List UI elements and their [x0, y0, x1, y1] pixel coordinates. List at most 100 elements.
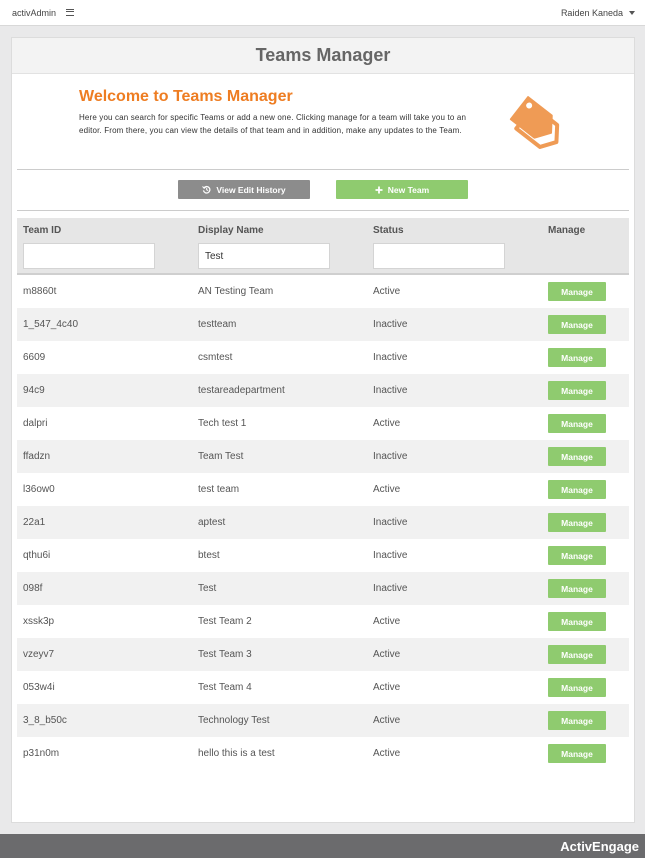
welcome-section: Welcome to Teams Manager Here you can se…	[79, 88, 479, 137]
team-id-cell: 3_8_b50c	[23, 715, 67, 726]
display-name-cell: btest	[198, 550, 220, 561]
price-tag-icon	[509, 96, 560, 149]
display-name-cell: Test Team 3	[198, 649, 252, 660]
table-row: dalpri Tech test 1 Active Manage	[17, 407, 629, 440]
welcome-heading: Welcome to Teams Manager	[79, 88, 293, 105]
manage-button[interactable]: Manage	[548, 678, 606, 697]
status-cell: Active	[373, 748, 401, 759]
team-id-cell: 098f	[23, 583, 43, 594]
column-header-manage: Manage	[548, 225, 586, 236]
team-id-cell: 94c9	[23, 385, 45, 396]
app-name[interactable]: activAdmin	[12, 8, 56, 18]
team-id-cell: 053w4i	[23, 682, 55, 693]
table-row: vzeyv7 Test Team 3 Active Manage	[17, 638, 629, 671]
user-name[interactable]: Raiden Kaneda	[561, 8, 623, 18]
manage-button[interactable]: Manage	[548, 612, 606, 631]
display-name-cell: hello this is a test	[198, 748, 275, 759]
display-name-cell: test team	[198, 484, 240, 495]
status-cell: Active	[373, 715, 401, 726]
display-name-filter-input[interactable]: Test	[198, 243, 330, 269]
team-id-cell: ffadzn	[23, 451, 51, 462]
manage-button[interactable]: Manage	[548, 414, 606, 433]
manage-button[interactable]: Manage	[548, 348, 606, 367]
column-header-display-name[interactable]: Display Name	[198, 225, 264, 236]
top-bar: activAdmin Raiden Kaneda	[0, 0, 645, 26]
status-cell: Active	[373, 649, 401, 660]
table-row: 098f Test Inactive Manage	[17, 572, 629, 605]
column-header-status[interactable]: Status	[373, 225, 404, 236]
team-id-cell: 22a1	[23, 517, 46, 528]
status-cell: Inactive	[373, 550, 408, 561]
status-cell: Active	[373, 682, 401, 693]
page-title: Teams Manager	[12, 38, 634, 74]
teams-table: Team ID Display Name Status Manage Test …	[17, 218, 629, 770]
team-id-cell: 1_547_4c40	[23, 319, 79, 330]
teams-manager-panel: Teams Manager Welcome to Teams Manager H…	[11, 37, 635, 823]
status-cell: Inactive	[373, 583, 408, 594]
status-cell: Inactive	[373, 385, 408, 396]
history-icon	[202, 185, 211, 194]
manage-button[interactable]: Manage	[548, 315, 606, 334]
table-row: m8860t AN Testing Team Active Manage	[17, 275, 629, 308]
status-cell: Inactive	[373, 517, 408, 528]
welcome-text: Here you can search for specific Teams o…	[79, 113, 467, 135]
top-bar-left: activAdmin	[12, 8, 75, 18]
status-cell: Active	[373, 286, 401, 297]
table-row: p31n0m hello this is a test Active Manage	[17, 737, 629, 770]
user-menu[interactable]: Raiden Kaneda	[561, 8, 635, 18]
new-team-label: New Team	[387, 184, 430, 195]
table-header: Team ID Display Name Status Manage Test	[17, 218, 629, 275]
manage-button[interactable]: Manage	[548, 381, 606, 400]
status-cell: Inactive	[373, 451, 408, 462]
team-id-cell: m8860t	[23, 286, 57, 297]
table-row: xssk3p Test Team 2 Active Manage	[17, 605, 629, 638]
team-id-cell: dalpri	[23, 418, 48, 429]
display-name-cell: testteam	[198, 319, 237, 330]
table-row: 053w4i Test Team 4 Active Manage	[17, 671, 629, 704]
team-id-cell: l36ow0	[23, 484, 55, 495]
display-name-cell: AN Testing Team	[198, 286, 274, 297]
team-id-cell: vzeyv7	[23, 649, 55, 660]
team-id-cell: xssk3p	[23, 616, 55, 627]
table-row: 1_547_4c40 testteam Inactive Manage	[17, 308, 629, 341]
team-id-filter-input[interactable]	[23, 243, 155, 269]
manage-button[interactable]: Manage	[548, 579, 606, 598]
display-name-cell: Test Team 2	[198, 616, 252, 627]
manage-button[interactable]: Manage	[548, 744, 606, 763]
chevron-down-icon[interactable]	[629, 10, 635, 15]
status-filter-input[interactable]	[373, 243, 505, 269]
status-cell: Inactive	[373, 352, 408, 363]
manage-button[interactable]: Manage	[548, 711, 606, 730]
display-name-cell: csmtest	[198, 352, 233, 363]
footer-brand: ActivEngage	[560, 838, 639, 854]
menu-icon[interactable]	[66, 9, 75, 16]
display-name-cell: Tech test 1	[198, 418, 247, 429]
manage-button[interactable]: Manage	[548, 513, 606, 532]
table-row: 6609 csmtest Inactive Manage	[17, 341, 629, 374]
divider	[17, 210, 629, 211]
plus-icon	[375, 186, 383, 193]
display-name-cell: Test	[198, 583, 217, 594]
status-cell: Active	[373, 418, 401, 429]
table-row: l36ow0 test team Active Manage	[17, 473, 629, 506]
column-header-team-id[interactable]: Team ID	[23, 225, 61, 236]
view-edit-history-label: View Edit History	[216, 184, 286, 195]
table-row: qthu6i btest Inactive Manage	[17, 539, 629, 572]
status-cell: Active	[373, 616, 401, 627]
status-cell: Active	[373, 484, 401, 495]
manage-button[interactable]: Manage	[548, 546, 606, 565]
manage-button[interactable]: Manage	[548, 447, 606, 466]
table-row: 3_8_b50c Technology Test Active Manage	[17, 704, 629, 737]
table-body: m8860t AN Testing Team Active Manage 1_547_4…	[17, 275, 629, 770]
display-name-cell: Team Test	[198, 451, 244, 462]
manage-button[interactable]: Manage	[548, 645, 606, 664]
table-row: 22a1 aptest Inactive Manage	[17, 506, 629, 539]
display-name-cell: Technology Test	[198, 715, 270, 726]
display-name-cell: aptest	[198, 517, 226, 528]
table-row: ffadzn Team Test Inactive Manage	[17, 440, 629, 473]
new-team-button[interactable]: New Team	[336, 180, 468, 199]
view-edit-history-button[interactable]: View Edit History	[178, 180, 310, 199]
team-id-cell: qthu6i	[23, 550, 51, 561]
manage-button[interactable]: Manage	[548, 480, 606, 499]
manage-button[interactable]: Manage	[548, 282, 606, 301]
